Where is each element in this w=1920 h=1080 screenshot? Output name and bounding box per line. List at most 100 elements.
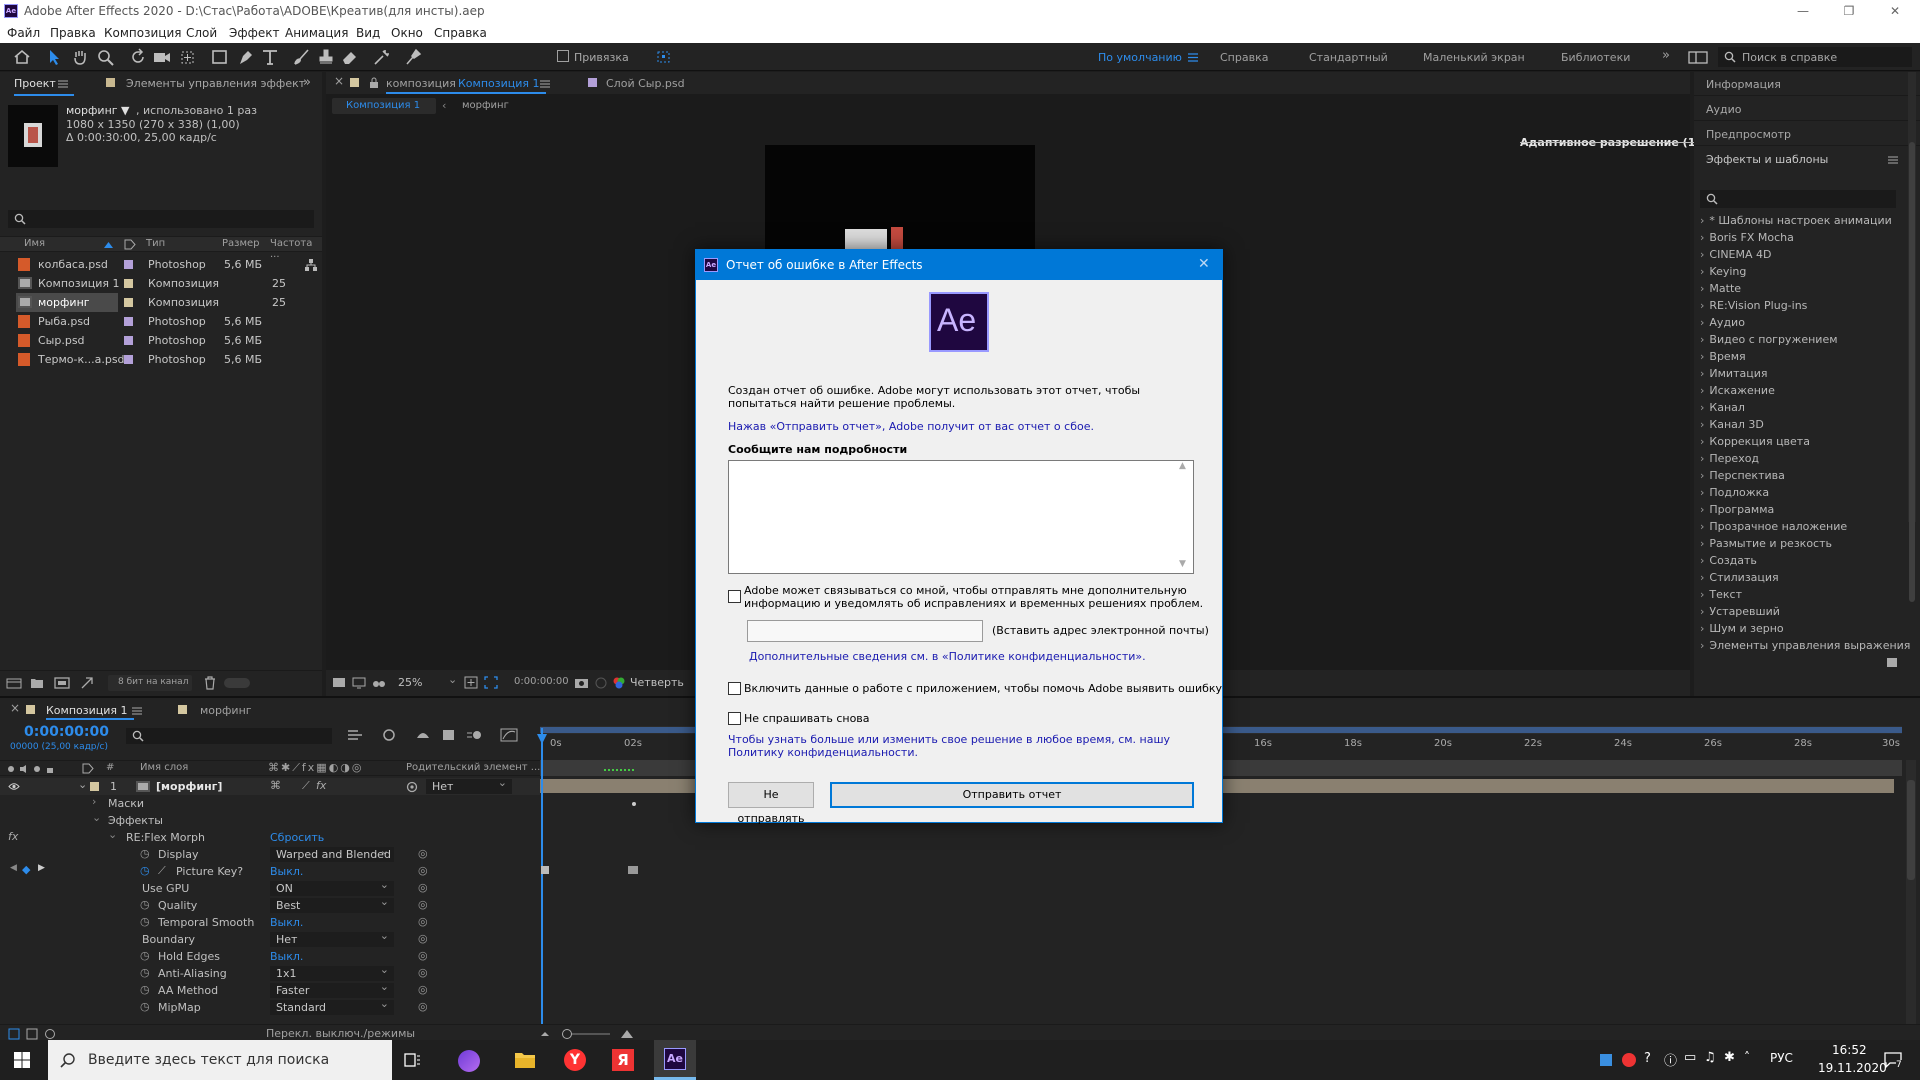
yandex-browser-icon[interactable]: Y — [564, 1049, 586, 1071]
effects-category-item[interactable]: › Время — [1700, 350, 1746, 363]
close-tab-icon[interactable]: × — [334, 74, 344, 88]
fx-icon[interactable]: fx — [8, 830, 18, 843]
effects-category-item[interactable]: › Подложка — [1700, 486, 1769, 499]
effects-category-item[interactable]: › Канал 3D — [1700, 418, 1764, 431]
render-time-icon[interactable] — [44, 1028, 56, 1040]
effects-category-item[interactable]: › Boris FX Mocha — [1700, 231, 1794, 244]
lock-icon[interactable] — [369, 77, 379, 88]
email-input[interactable] — [747, 620, 983, 642]
region-of-interest-icon[interactable] — [484, 676, 498, 689]
effects-category-item[interactable]: › Программа — [1700, 503, 1774, 516]
breadcrumb-morph[interactable]: морфинг — [462, 100, 509, 111]
panel-layout-icon[interactable] — [1688, 51, 1708, 64]
column-type[interactable]: Тип — [146, 238, 165, 249]
dialog-close-icon[interactable]: ✕ — [1198, 256, 1210, 272]
label-color-swatch[interactable] — [124, 355, 133, 364]
preview-panel-header[interactable]: Предпросмотр — [1694, 122, 1920, 146]
snapshot-camera-icon[interactable] — [574, 676, 589, 689]
menu-effect[interactable]: Эффект — [229, 26, 280, 40]
breadcrumb-comp-1[interactable]: Композиция 1 — [332, 98, 436, 114]
property-quality-row[interactable]: ◷ Quality Best ◎ — [0, 894, 540, 914]
fit-frame-icon[interactable] — [464, 676, 478, 689]
alice-assistant-icon[interactable] — [458, 1050, 480, 1072]
thumbnail-toggle[interactable] — [224, 678, 250, 688]
anti-aliasing-dropdown[interactable]: 1x1 — [270, 962, 394, 981]
dont-send-button[interactable]: Не отправлять — [728, 782, 814, 825]
rotate-tool-icon[interactable] — [128, 48, 148, 66]
project-item-row[interactable]: Композиция 1 Композиция 25 — [0, 274, 322, 293]
effects-category-item[interactable]: › Прозрачное наложение — [1700, 520, 1847, 533]
tray-help-icon[interactable]: ? — [1644, 1051, 1651, 1066]
zoom-in-icon[interactable] — [620, 1028, 634, 1040]
prev-keyframe-icon[interactable]: ◀ — [10, 863, 17, 873]
stopwatch-icon[interactable]: ◷ — [140, 949, 150, 962]
expression-pick-whip-icon[interactable]: ◎ — [418, 1000, 428, 1013]
masks-row[interactable]: › Маски — [0, 795, 540, 812]
effects-category-item[interactable]: › Коррекция цвета — [1700, 435, 1810, 448]
clock-date[interactable]: 19.11.2020 — [1818, 1061, 1887, 1075]
aa-method-dropdown[interactable]: Faster — [270, 979, 394, 998]
effects-category-item[interactable]: › Аудио — [1700, 316, 1745, 329]
parent-dropdown[interactable]: Нет — [426, 775, 512, 794]
panel-menu-icon[interactable] — [58, 80, 68, 88]
menu-composition[interactable]: Композиция — [104, 26, 181, 40]
include-app-data-checkbox[interactable] — [728, 682, 741, 695]
show-snapshot-icon[interactable] — [594, 676, 608, 690]
viewer-tab-comp-name[interactable]: Композиция 1 — [458, 77, 540, 90]
picture-key-value[interactable]: Выкл. — [270, 865, 303, 878]
effects-category-item[interactable]: › Шум и зерно — [1700, 622, 1784, 635]
expression-pick-whip-icon[interactable]: ◎ — [418, 847, 428, 860]
menu-edit[interactable]: Правка — [50, 26, 96, 40]
textarea-scrollbar[interactable]: ▲ ▼ — [1175, 461, 1193, 573]
close-window-button[interactable]: ✕ — [1872, 0, 1918, 22]
network-icon[interactable]: ▭ — [1684, 1050, 1696, 1065]
resolution-dropdown[interactable]: Четверть — [630, 676, 684, 689]
label-color-swatch[interactable] — [90, 782, 99, 791]
contact-me-checkbox[interactable] — [728, 590, 741, 603]
temporal-smooth-value[interactable]: Выкл. — [270, 916, 303, 929]
toggle-switches-modes[interactable]: Перекл. выключ./режимы — [266, 1027, 415, 1040]
property-picture-key-row[interactable]: ◀ ◆ ▶ ◷ ⟋ Picture Key? Выкл. ◎ — [0, 863, 540, 880]
shy-layers-icon[interactable] — [414, 728, 432, 742]
bit-depth-button[interactable]: 8 бит на канал — [108, 675, 192, 691]
tab-timeline-comp1[interactable]: Композиция 1 — [46, 704, 128, 717]
use-gpu-dropdown[interactable]: ON — [270, 877, 394, 896]
workspace-libraries[interactable]: Библиотеки — [1561, 51, 1630, 64]
stopwatch-icon[interactable]: ◷ — [140, 966, 150, 979]
flowchart-icon[interactable] — [304, 258, 318, 272]
quality-switch-icon[interactable]: ⟋ — [302, 779, 310, 793]
effects-category-item[interactable]: › RE:Vision Plug-ins — [1700, 299, 1807, 312]
new-folder-icon[interactable] — [30, 677, 44, 689]
effects-category-item[interactable]: › Текст — [1700, 588, 1742, 601]
motion-blur-icon[interactable] — [466, 728, 484, 742]
vr-glasses-icon[interactable] — [372, 677, 386, 689]
tray-app-icon[interactable] — [1600, 1054, 1612, 1066]
color-channels-icon[interactable] — [612, 676, 626, 690]
tab-project[interactable]: Проект — [14, 77, 56, 90]
hold-edges-value[interactable]: Выкл. — [270, 950, 303, 963]
render-queue-icon[interactable] — [80, 676, 94, 690]
effects-category-item[interactable]: › Matte — [1700, 282, 1741, 295]
property-mipmap-row[interactable]: ◷ MipMap Standard ◎ — [0, 996, 540, 1016]
selected-item-name[interactable]: морфинг ▼ — [66, 104, 130, 117]
keyframe-marker[interactable] — [541, 866, 549, 874]
comp-mini-flowchart-icon[interactable] — [346, 728, 364, 742]
layer-expand-icon[interactable]: ⌄ — [78, 778, 87, 791]
workspace-menu-icon[interactable] — [1188, 53, 1198, 62]
property-display-row[interactable]: ◷ Display Warped and Blended ◎ — [0, 843, 540, 863]
effects-category-item[interactable]: › Размытие и резкость — [1700, 537, 1832, 550]
always-preview-icon[interactable] — [332, 677, 346, 689]
column-parent[interactable]: Родительский элемент ... — [406, 762, 540, 773]
panel-menu-icon[interactable] — [540, 80, 550, 88]
timeline-search-input[interactable] — [126, 728, 332, 744]
draft-3d-icon[interactable] — [380, 728, 398, 742]
effects-category-item[interactable]: › Переход — [1700, 452, 1759, 465]
column-size[interactable]: Размер — [222, 238, 260, 249]
rectangle-tool-icon[interactable] — [210, 48, 230, 66]
effects-category-item[interactable]: › Видео с погружением — [1700, 333, 1838, 346]
tab-timeline-morph[interactable]: морфинг — [200, 704, 252, 717]
frame-blending-icon[interactable] — [440, 728, 458, 742]
timeline-current-time[interactable]: 0:00:00:00 — [24, 724, 109, 740]
workspace-small-screen[interactable]: Маленький экран — [1423, 51, 1525, 64]
help-search-box[interactable]: Поиск в справке — [1718, 47, 1912, 67]
